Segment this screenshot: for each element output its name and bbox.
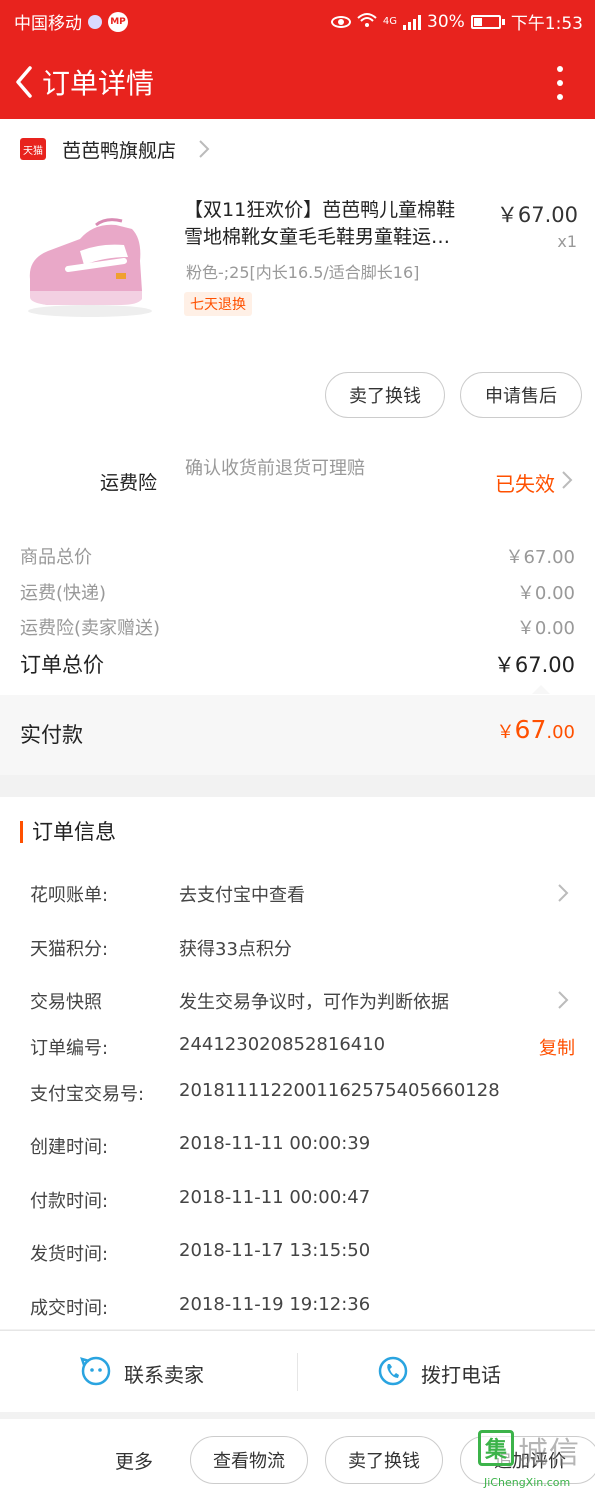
order-total-row: 订单总价 ￥67.00 [20, 649, 575, 679]
store-row[interactable]: 天猫 芭芭鸭旗舰店 [0, 119, 595, 179]
header: 中国移动 MP 4G 30% 下午1:53 订单详情 [0, 0, 595, 119]
fee-label: 运费险(卖家赠送) [20, 618, 161, 639]
more-vertical-icon[interactable] [557, 66, 565, 100]
order-info-heading: 订单信息 [20, 821, 116, 843]
chevron-right-icon [557, 883, 569, 903]
info-value: 244123020852816410 [179, 1034, 386, 1055]
order-summary-card: 天猫 芭芭鸭旗舰店 【双11狂欢价】芭芭鸭儿童棉鞋 雪地棉靴女童毛毛鞋男童鞋运…… [0, 119, 595, 775]
eye-icon [330, 15, 351, 28]
chevron-left-icon[interactable] [10, 64, 38, 100]
fee-value: ￥0.00 [516, 618, 575, 639]
page-title: 订单详情 [42, 67, 155, 100]
battery-icon [470, 14, 501, 29]
info-key: 支付宝交易号: [30, 1084, 145, 1105]
chat-icon [80, 1355, 112, 1392]
status-bar: 中国移动 MP 4G 30% 下午1:53 [0, 0, 595, 40]
info-value: 2018111122001162575405660128 [179, 1080, 500, 1101]
product-price: ￥67.00 [496, 203, 578, 227]
phone-icon [377, 1355, 409, 1392]
watermark: 集 城信 JiChengXin.com [478, 1426, 595, 1496]
network-label: 4G [382, 16, 398, 27]
info-value: 2018-11-11 00:00:39 [179, 1133, 371, 1154]
info-value: 去支付宝中查看 [179, 885, 305, 906]
fee-label: 商品总价 [20, 547, 92, 568]
paid-value: ￥67.00 [497, 715, 575, 744]
nav-bar: 订单详情 [0, 52, 595, 112]
sell-button[interactable]: 卖了换钱 [325, 372, 445, 418]
paid-dec: .00 [546, 722, 575, 743]
info-value: 2018-11-17 13:15:50 [179, 1240, 371, 1261]
mp-badge-icon: MP [108, 11, 128, 32]
contact-seller-label: 联系卖家 [124, 1363, 204, 1387]
fee-row-goods: 商品总价 ￥67.00 [20, 543, 575, 569]
order-total-label: 订单总价 [20, 653, 104, 677]
info-value: 获得33点积分 [179, 939, 292, 960]
product-title-line2: 雪地棉靴女童毛毛鞋男童鞋运… [184, 226, 451, 248]
battery-percent: 30% [427, 11, 465, 32]
product-image[interactable] [20, 199, 160, 319]
sell-button[interactable]: 卖了换钱 [325, 1436, 443, 1484]
info-key: 付款时间: [30, 1191, 109, 1212]
product-quantity: x1 [557, 232, 577, 251]
paid-currency: ￥ [496, 722, 515, 743]
insurance-desc: 确认收货前退货可理赔 [185, 458, 365, 479]
product-title[interactable]: 【双11狂欢价】芭芭鸭儿童棉鞋 雪地棉靴女童毛毛鞋男童鞋运… [184, 197, 494, 251]
order-total-value: ￥67.00 [493, 653, 575, 677]
fee-label: 运费(快递) [20, 583, 107, 604]
after-sale-button[interactable]: 申请售后 [460, 372, 582, 418]
paid-label: 实付款 [20, 723, 83, 747]
info-value: 2018-11-19 19:12:36 [179, 1294, 371, 1315]
paid-amount-box: 实付款 ￥67.00 [0, 695, 595, 775]
fee-row-shipping: 运费(快递) ￥0.00 [20, 579, 575, 605]
order-info-card: 订单信息 花呗账单: 去支付宝中查看 天猫积分: 获得33点积分 交易快照 发生… [0, 797, 595, 1329]
info-key: 发货时间: [30, 1244, 109, 1265]
paid-int: 67 [514, 715, 547, 744]
chevron-right-icon[interactable] [561, 470, 573, 490]
call-phone-button[interactable]: 拨打电话 [377, 1355, 501, 1392]
info-value: 发生交易争议时，可作为判断依据 [179, 992, 449, 1013]
wifi-icon [357, 12, 377, 32]
fee-value: ￥67.00 [505, 547, 575, 568]
fee-value: ￥0.00 [516, 583, 575, 604]
info-key: 花呗账单: [30, 885, 109, 906]
contact-seller-button[interactable]: 联系卖家 [80, 1355, 204, 1392]
clock: 下午1:53 [510, 14, 583, 34]
watermark-url: JiChengXin.com [484, 1476, 571, 1489]
product-spec: 粉色-;25[内长16.5/适合脚长16] [186, 263, 420, 282]
status-left: 中国移动 MP [14, 9, 128, 34]
notification-icon [88, 14, 102, 29]
pointer-triangle [532, 685, 550, 694]
status-right: 4G 30% 下午1:53 [330, 9, 583, 34]
copy-button[interactable]: 复制 [539, 1034, 575, 1060]
return-policy-badge: 七天退换 [184, 292, 252, 316]
info-key: 创建时间: [30, 1137, 109, 1158]
fee-row-insurance: 运费险(卖家赠送) ￥0.00 [20, 614, 575, 640]
tmall-icon: 天猫 [20, 138, 46, 160]
carrier-label: 中国移动 [14, 14, 82, 34]
info-key: 交易快照 [30, 992, 102, 1013]
info-key: 订单编号: [30, 1038, 109, 1059]
contact-bar: 联系卖家 拨打电话 [0, 1330, 595, 1412]
info-key: 天猫积分: [30, 939, 109, 960]
watermark-logo-icon: 集 [478, 1430, 514, 1466]
chevron-right-icon [198, 139, 210, 159]
insurance-status[interactable]: 已失效 [495, 468, 555, 497]
chevron-right-icon [557, 990, 569, 1010]
view-logistics-button[interactable]: 查看物流 [190, 1436, 308, 1484]
info-value: 2018-11-11 00:00:47 [179, 1187, 371, 1208]
insurance-label: 运费险 [100, 472, 158, 494]
signal-icon [403, 14, 422, 30]
call-phone-label: 拨打电话 [421, 1363, 501, 1387]
watermark-text: 城信 [518, 1436, 580, 1471]
info-key: 成交时间: [30, 1298, 109, 1319]
product-title-line1: 【双11狂欢价】芭芭鸭儿童棉鞋 [184, 199, 456, 221]
store-name[interactable]: 芭芭鸭旗舰店 [62, 136, 176, 163]
more-button[interactable]: 更多 [115, 1447, 153, 1474]
divider [297, 1353, 298, 1391]
